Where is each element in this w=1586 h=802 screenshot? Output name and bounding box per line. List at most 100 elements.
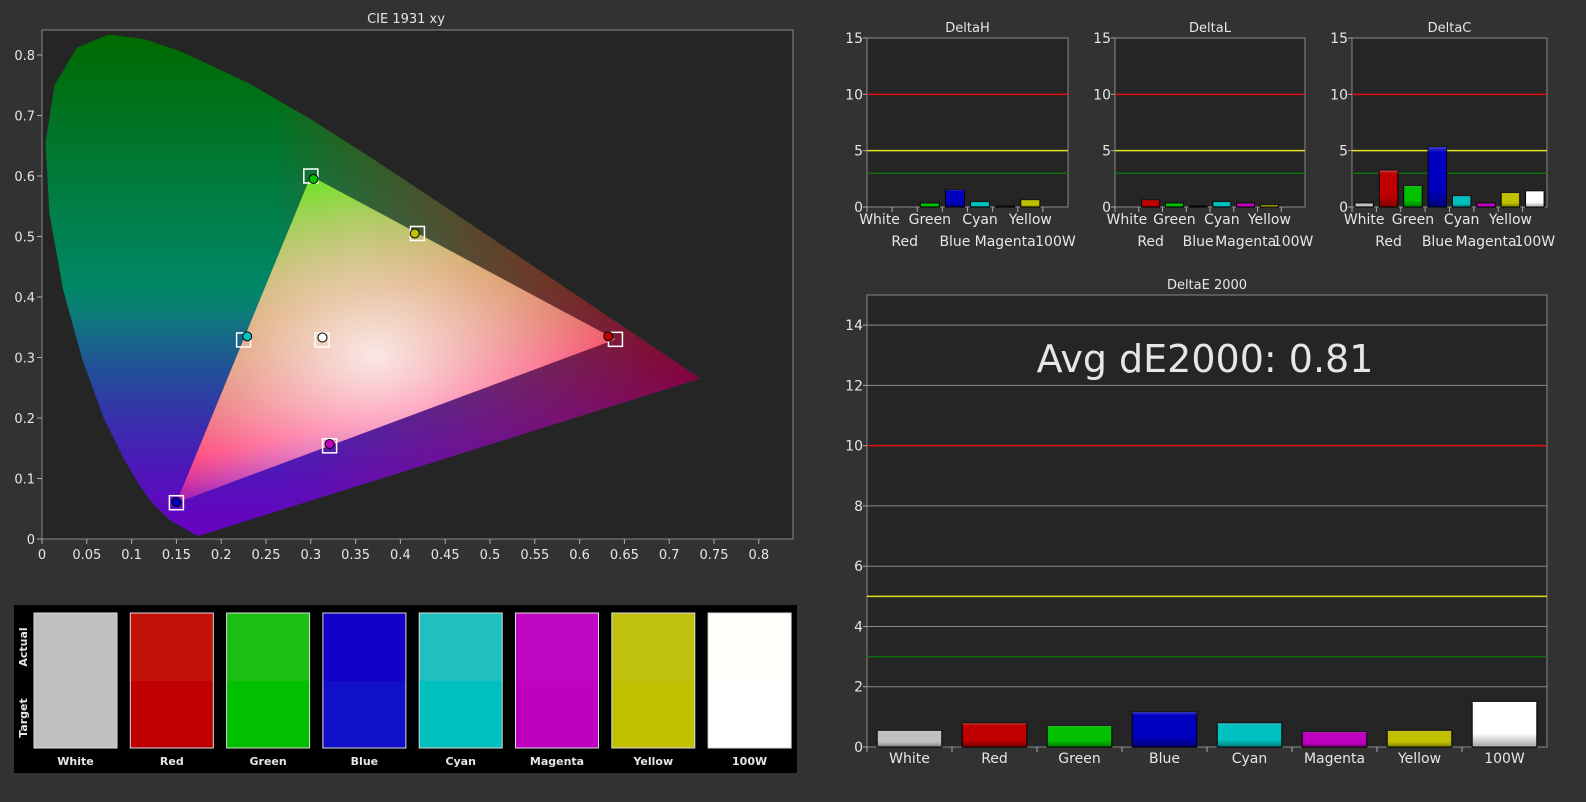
- y-tick-label: 10: [845, 87, 863, 103]
- x-tick-label: White: [859, 212, 900, 228]
- x-tick-label: 0.2: [211, 548, 232, 563]
- x-tick-label: Red: [1137, 234, 1164, 250]
- x-tick-label: 0.5: [480, 548, 501, 563]
- swatch-actual-magenta: [515, 613, 599, 681]
- bar-shade: [1387, 730, 1452, 747]
- bar-shade: [1379, 170, 1398, 207]
- y-tick-label: 4: [854, 619, 863, 635]
- x-tick-label: Blue: [1183, 234, 1214, 250]
- y-tick-label: 5: [1102, 144, 1111, 160]
- y-tick-label: 5: [1339, 144, 1348, 160]
- x-tick-label: Yellow: [1247, 212, 1291, 228]
- x-tick-label: Magenta: [1304, 751, 1365, 767]
- x-tick-label: 0.25: [252, 548, 281, 563]
- bar-shade: [1472, 701, 1537, 747]
- x-tick-label: 0.4: [390, 548, 411, 563]
- y-tick-label: 10: [1330, 87, 1348, 103]
- x-tick-label: Red: [981, 751, 1008, 767]
- y-tick-label: 10: [1093, 87, 1111, 103]
- swatch-label: Green: [249, 755, 286, 768]
- x-tick-label: Blue: [1422, 234, 1453, 250]
- swatch-target-cyan: [419, 681, 503, 748]
- swatch-actual-blue: [322, 613, 406, 681]
- bar-shade: [945, 189, 965, 207]
- swatch-label: Magenta: [530, 755, 584, 768]
- x-tick-label: 100W: [1515, 234, 1556, 250]
- swatch-label: Red: [160, 755, 184, 768]
- y-tick-label: 0.8: [14, 49, 35, 64]
- swatch-actual-cyan: [419, 613, 503, 681]
- bar-shade: [1236, 202, 1255, 207]
- swatch-target-red: [130, 681, 214, 748]
- swatch-target-blue: [322, 681, 406, 748]
- y-tick-label: 0.3: [14, 352, 35, 367]
- swatch-label: Yellow: [632, 755, 673, 768]
- plot-area-deltah: [866, 37, 1069, 208]
- swatch-label: 100W: [732, 755, 767, 768]
- x-tick-label: 100W: [1273, 234, 1314, 250]
- actual-marker-green: [308, 174, 319, 185]
- bar-shade: [970, 201, 990, 207]
- bar-shade: [1189, 205, 1208, 207]
- bar-shade: [920, 202, 940, 207]
- y-tick-label: 0.7: [14, 110, 35, 125]
- bar-shade: [877, 730, 942, 747]
- x-tick-label: 0.45: [431, 548, 460, 563]
- x-tick-label: 0.3: [300, 548, 321, 563]
- plot-area-deltal: [1114, 37, 1306, 208]
- x-tick-label: 0.6: [569, 548, 590, 563]
- bar-shade: [1302, 731, 1367, 747]
- actual-marker-yellow: [409, 228, 420, 239]
- bar-shade: [1141, 199, 1160, 207]
- actual-marker-magenta: [324, 439, 335, 450]
- bar-shade: [1428, 146, 1447, 207]
- swatch-label: White: [57, 755, 93, 768]
- bar-shade: [1260, 204, 1279, 207]
- x-tick-label: Yellow: [1488, 212, 1532, 228]
- x-tick-label: Red: [1375, 234, 1402, 250]
- x-tick-label: Blue: [1149, 751, 1180, 767]
- x-tick-label: 0.7: [659, 548, 680, 563]
- chart-title: DeltaE 2000: [1167, 278, 1247, 293]
- bar-shade: [1525, 190, 1545, 207]
- chart-title: DeltaC: [1428, 21, 1472, 36]
- swatch-target-green: [226, 681, 310, 748]
- y-tick-label: 15: [1093, 31, 1111, 47]
- bar-shade: [1501, 192, 1520, 207]
- actual-label: Actual: [17, 627, 30, 666]
- x-tick-label: Blue: [939, 234, 970, 250]
- swatch-actual-white: [34, 613, 117, 681]
- x-tick-label: White: [889, 751, 930, 767]
- x-tick-label: 0.1: [121, 548, 142, 563]
- chart-title: DeltaL: [1189, 21, 1232, 36]
- x-tick-label: Green: [1153, 212, 1195, 228]
- x-tick-label: 0.8: [748, 548, 769, 563]
- x-tick-label: Magenta: [1215, 234, 1276, 250]
- target-label: Target: [17, 698, 30, 738]
- avg-de2000-annotation: Avg dE2000: 0.81: [1037, 337, 1374, 381]
- x-tick-label: 0.75: [700, 548, 729, 563]
- y-tick-label: 0.5: [14, 231, 35, 246]
- bar-shade: [1165, 202, 1184, 207]
- chart-title: DeltaH: [945, 21, 989, 36]
- x-tick-label: 0.55: [520, 548, 549, 563]
- y-tick-label: 0: [854, 740, 863, 756]
- bar-shade: [995, 205, 1015, 207]
- y-tick-label: 14: [845, 318, 863, 334]
- calibration-report: CIE 1931 xy0 0.05 0.1 0.15 0.2 0.25 0.3 0.35 0.4…: [14, 12, 1556, 773]
- bar-shade: [962, 722, 1027, 747]
- y-tick-label: 15: [1330, 31, 1348, 47]
- bar-shade: [1403, 185, 1423, 207]
- x-tick-label: Yellow: [1008, 212, 1052, 228]
- x-tick-label: Cyan: [962, 212, 998, 228]
- swatch-actual-100w: [708, 613, 792, 681]
- x-tick-label: White: [1344, 212, 1385, 228]
- y-tick-label: 2: [854, 680, 863, 696]
- bar-shade: [1132, 711, 1197, 747]
- x-tick-label: Green: [909, 212, 951, 228]
- bar-shade: [1047, 725, 1112, 747]
- swatch-label: Cyan: [445, 755, 476, 768]
- actual-marker-cyan: [242, 331, 253, 342]
- x-tick-label: 0.65: [610, 548, 639, 563]
- x-tick-label: Cyan: [1444, 212, 1480, 228]
